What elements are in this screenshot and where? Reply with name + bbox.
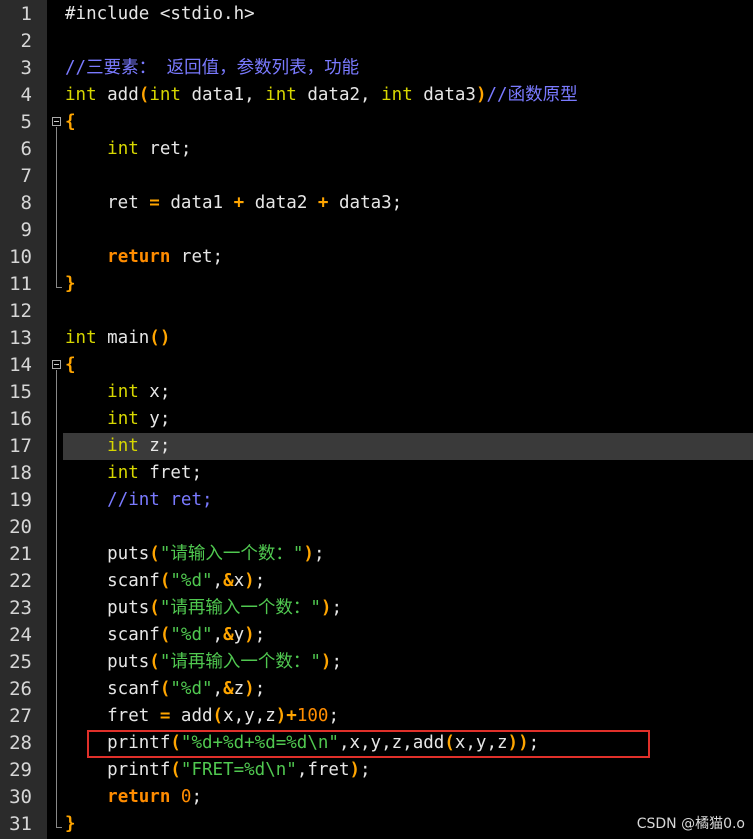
line-number: 18 [9, 462, 32, 484]
code-line[interactable]: 7 [0, 163, 753, 190]
code-editor[interactable]: 1 #include <stdio.h> 2 3//三要素： 返回值，参数列表，功能 4… [0, 0, 753, 839]
code-text[interactable]: int ret; [65, 136, 191, 163]
code-text[interactable]: return 0; [65, 784, 202, 811]
code-text[interactable]: scanf("%d",&z); [65, 676, 265, 703]
code-line[interactable]: 3 //三要素： 返回值，参数列表，功能 [0, 55, 753, 82]
code-line[interactable]: 25 puts("请再输入一个数："); [0, 649, 753, 676]
line-number: 17 [9, 435, 32, 457]
line-number: 24 [9, 624, 32, 646]
code-text[interactable]: int y; [65, 406, 170, 433]
line-number: 22 [9, 570, 32, 592]
line-number: 14 [9, 354, 32, 376]
code-line[interactable]: 19 //int ret; [0, 487, 753, 514]
line-number: 30 [9, 786, 32, 808]
line-number: 20 [9, 516, 32, 538]
line-number: 25 [9, 651, 32, 673]
code-text[interactable]: int main() [65, 325, 170, 352]
line-number: 5 [20, 111, 32, 133]
code-text[interactable]: { [65, 352, 76, 379]
line-number: 10 [9, 246, 32, 268]
line-number: 19 [9, 489, 32, 511]
code-text[interactable]: int fret; [65, 460, 202, 487]
code-line[interactable]: 21 puts("请输入一个数："); [0, 541, 753, 568]
code-line[interactable]: 20 [0, 514, 753, 541]
line-number: 9 [20, 219, 32, 241]
code-line[interactable]: 18 int fret; [0, 460, 753, 487]
line-number: 13 [9, 327, 32, 349]
code-text[interactable]: ret = data1 + data2 + data3; [65, 190, 402, 217]
code-text[interactable]: int x; [65, 379, 170, 406]
code-line[interactable]: 5{ [0, 109, 753, 136]
code-text[interactable]: fret = add(x,y,z)+100; [65, 703, 339, 730]
code-text[interactable]: #include <stdio.h> [65, 1, 255, 28]
code-line[interactable]: 10 return ret; [0, 244, 753, 271]
line-number: 27 [9, 705, 32, 727]
line-number: 21 [9, 543, 32, 565]
line-number: 2 [20, 30, 32, 52]
code-line[interactable]: 23 puts("请再输入一个数："); [0, 595, 753, 622]
code-text[interactable]: } [65, 811, 76, 838]
code-text[interactable]: puts("请再输入一个数："); [65, 595, 342, 622]
code-line[interactable]: 22 scanf("%d",&x); [0, 568, 753, 595]
line-number: 7 [20, 165, 32, 187]
code-line[interactable]: 26 scanf("%d",&z); [0, 676, 753, 703]
line-number: 29 [9, 759, 32, 781]
code-line[interactable]: 12 [0, 298, 753, 325]
line-number: 6 [20, 138, 32, 160]
code-line[interactable]: 6 int ret; [0, 136, 753, 163]
line-number: 16 [9, 408, 32, 430]
code-text[interactable]: scanf("%d",&y); [65, 622, 265, 649]
line-number: 28 [9, 732, 32, 754]
code-line[interactable]: 17 int z; [0, 433, 753, 460]
code-text[interactable]: } [65, 271, 76, 298]
code-text[interactable]: //三要素： 返回值，参数列表，功能 [65, 55, 359, 82]
code-line[interactable]: 30 return 0; [0, 784, 753, 811]
code-line[interactable]: 4 int add(int data1, int data2, int data3… [0, 82, 753, 109]
line-number: 15 [9, 381, 32, 403]
line-number: 1 [20, 3, 32, 25]
code-line[interactable]: 9 [0, 217, 753, 244]
code-text[interactable]: //int ret; [65, 487, 212, 514]
code-text[interactable]: printf("FRET=%d\n",fret); [65, 757, 370, 784]
code-line[interactable]: 24 scanf("%d",&y); [0, 622, 753, 649]
code-line[interactable]: 27 fret = add(x,y,z)+100; [0, 703, 753, 730]
line-number: 23 [9, 597, 32, 619]
code-line[interactable]: 29 printf("FRET=%d\n",fret); [0, 757, 753, 784]
code-text[interactable]: scanf("%d",&x); [65, 568, 265, 595]
code-line[interactable]: 15 int x; [0, 379, 753, 406]
annotation-highlight-box [87, 730, 650, 758]
code-line[interactable]: 1 #include <stdio.h> [0, 1, 753, 28]
line-number: 26 [9, 678, 32, 700]
code-text[interactable]: int add(int data1, int data2, int data3)… [65, 82, 578, 109]
code-text[interactable]: puts("请再输入一个数："); [65, 649, 342, 676]
code-line[interactable]: 14 { [0, 352, 753, 379]
code-text[interactable]: int z; [65, 433, 170, 460]
code-line[interactable]: 11} [0, 271, 753, 298]
code-line[interactable]: 2 [0, 28, 753, 55]
line-number: 4 [20, 84, 32, 106]
line-number: 11 [9, 273, 32, 295]
line-number: 12 [9, 300, 32, 322]
code-line[interactable]: 16 int y; [0, 406, 753, 433]
code-text[interactable]: return ret; [65, 244, 223, 271]
line-number: 8 [20, 192, 32, 214]
line-number: 31 [9, 813, 32, 835]
code-line[interactable]: 8 ret = data1 + data2 + data3; [0, 190, 753, 217]
line-number: 3 [20, 57, 32, 79]
code-line[interactable]: 13 int main() [0, 325, 753, 352]
code-text[interactable]: puts("请输入一个数："); [65, 541, 324, 568]
watermark: CSDN @橘猫0.o [636, 816, 745, 832]
code-text[interactable]: { [65, 109, 76, 136]
